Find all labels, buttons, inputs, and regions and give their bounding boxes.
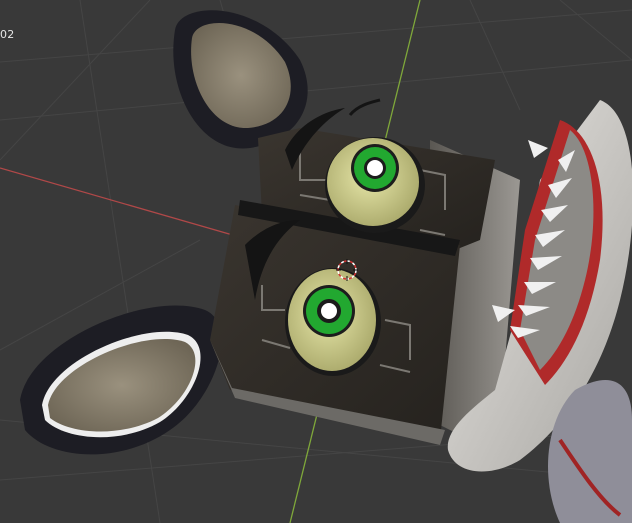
ear-bottom <box>20 305 225 455</box>
x-axis-line <box>0 167 251 241</box>
3d-viewport[interactable]: 02 <box>0 0 632 523</box>
eye-bottom <box>285 268 381 376</box>
viewport-scene <box>0 0 632 523</box>
viewport-overlay-text: 02 <box>0 28 15 41</box>
3d-cursor-icon[interactable] <box>336 259 358 281</box>
eye-top <box>325 137 425 233</box>
